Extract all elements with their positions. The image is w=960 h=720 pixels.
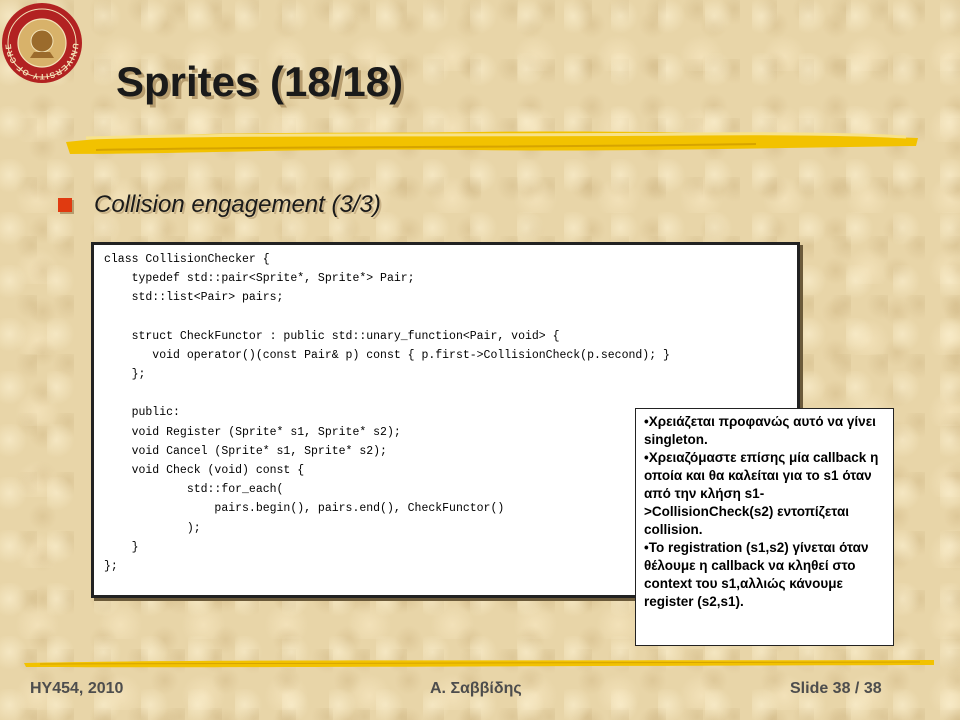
code-line: void Register (Sprite* s1, Sprite* s2); [104, 426, 401, 439]
note-item: •Χρειαζόμαστε επίσης μία callback η οποί… [644, 450, 879, 537]
footer-course: HY454, 2010 [30, 680, 124, 697]
code-line: class CollisionChecker { [104, 253, 270, 266]
page-title: Sprites (18/18) [116, 58, 404, 105]
code-line: ); [104, 522, 201, 535]
code-line: pairs.begin(), pairs.end(), CheckFunctor… [104, 502, 505, 515]
title-brush-divider [66, 131, 918, 154]
code-line: public: [104, 406, 180, 419]
code-line: std::for_each( [104, 483, 284, 496]
square-bullet-icon [58, 198, 72, 212]
bullet-text: Collision engagement (3/3) [94, 191, 381, 218]
code-line: struct CheckFunctor : public std::unary_… [104, 330, 560, 343]
note-item: •Χρειάζεται προφανώς αυτό να γίνει singl… [644, 414, 876, 447]
bullet-item: Collision engagement (3/3) [58, 190, 381, 220]
code-line: void Check (void) const { [104, 464, 305, 477]
university-seal-icon: UNIVERSITY OF CRETE [0, 0, 82, 83]
slide: UNIVERSITY OF CRETE Sprites (18/18) Coll… [0, 0, 960, 720]
code-line: }; [104, 560, 118, 573]
code-line: typedef std::pair<Sprite*, Sprite*> Pair… [104, 272, 415, 285]
code-line: } [104, 541, 139, 554]
code-line: }; [104, 368, 146, 381]
code-line: void Cancel (Sprite* s1, Sprite* s2); [104, 445, 387, 458]
note-item: •Το registration (s1,s2) γίνεται όταν θέ… [644, 540, 869, 609]
footer-slide-number: Slide 38 / 38 [790, 680, 882, 697]
note-box: •Χρειάζεται προφανώς αυτό να γίνει singl… [635, 408, 894, 646]
code-line: std::list<Pair> pairs; [104, 291, 284, 304]
code-line: void operator()(const Pair& p) const { p… [104, 349, 670, 362]
footer-author: Α. Σαββίδης [430, 680, 522, 697]
footer-brush-divider [24, 660, 934, 668]
